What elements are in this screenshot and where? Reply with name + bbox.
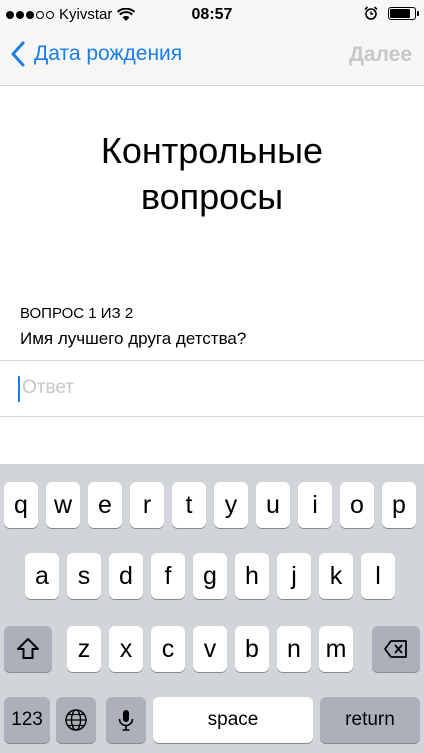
alarm-icon	[364, 6, 378, 20]
key-v[interactable]: v	[193, 626, 227, 672]
backspace-icon	[384, 640, 407, 658]
shift-icon	[17, 638, 39, 659]
key-d[interactable]: d	[109, 553, 143, 599]
key-g[interactable]: g	[193, 553, 227, 599]
key-l[interactable]: l	[361, 553, 395, 599]
page-title-line-2: вопросы	[140, 176, 284, 217]
page-title: Контрольные вопросы	[0, 128, 424, 220]
key-q[interactable]: q	[4, 482, 38, 528]
battery-level-fill	[390, 8, 411, 18]
key-p[interactable]: p	[382, 482, 416, 528]
back-button-label: Дата рождения	[34, 42, 183, 65]
globe-key[interactable]	[56, 697, 96, 743]
key-t[interactable]: t	[172, 482, 206, 528]
answer-input[interactable]	[20, 370, 412, 406]
key-h[interactable]: h	[235, 553, 269, 599]
chevron-left-icon	[11, 41, 25, 67]
key-k[interactable]: k	[319, 553, 353, 599]
key-z[interactable]: z	[67, 626, 101, 672]
microphone-icon	[118, 710, 134, 731]
navigation-bar: Дата рождения Далее	[0, 30, 424, 86]
delete-key[interactable]	[372, 626, 420, 672]
status-bar: Kyivstar 08:57	[0, 0, 424, 30]
key-m[interactable]: m	[319, 626, 353, 672]
status-time: 08:57	[191, 6, 233, 23]
back-button[interactable]: Дата рождения	[10, 41, 182, 67]
key-y[interactable]: y	[214, 482, 248, 528]
key-a[interactable]: a	[25, 553, 59, 599]
status-right	[364, 6, 419, 20]
battery-icon	[388, 6, 419, 20]
return-key[interactable]: return	[320, 697, 420, 743]
key-w[interactable]: w	[46, 482, 80, 528]
page-title-line-1: Контрольные	[100, 130, 324, 171]
question-text: Имя лучшего друга детства?	[20, 329, 247, 348]
key-e[interactable]: e	[88, 482, 122, 528]
key-u[interactable]: u	[256, 482, 290, 528]
globe-icon	[65, 709, 87, 731]
text-cursor	[18, 376, 20, 402]
key-f[interactable]: f	[151, 553, 185, 599]
question-counter: ВОПРОС 1 ИЗ 2	[20, 305, 134, 322]
key-r[interactable]: r	[130, 482, 164, 528]
key-s[interactable]: s	[67, 553, 101, 599]
keyboard: q w e r t y u i o p a s d f g h j k l z …	[0, 464, 424, 753]
dictation-key[interactable]	[106, 697, 146, 743]
shift-key[interactable]	[4, 626, 52, 672]
divider	[0, 416, 424, 417]
divider	[0, 360, 424, 361]
space-key[interactable]: space	[153, 697, 313, 743]
key-o[interactable]: o	[340, 482, 374, 528]
numbers-key[interactable]: 123	[4, 697, 50, 743]
key-n[interactable]: n	[277, 626, 311, 672]
key-j[interactable]: j	[277, 553, 311, 599]
key-x[interactable]: x	[109, 626, 143, 672]
key-i[interactable]: i	[298, 482, 332, 528]
next-button[interactable]: Далее	[349, 43, 412, 67]
key-c[interactable]: c	[151, 626, 185, 672]
key-b[interactable]: b	[235, 626, 269, 672]
